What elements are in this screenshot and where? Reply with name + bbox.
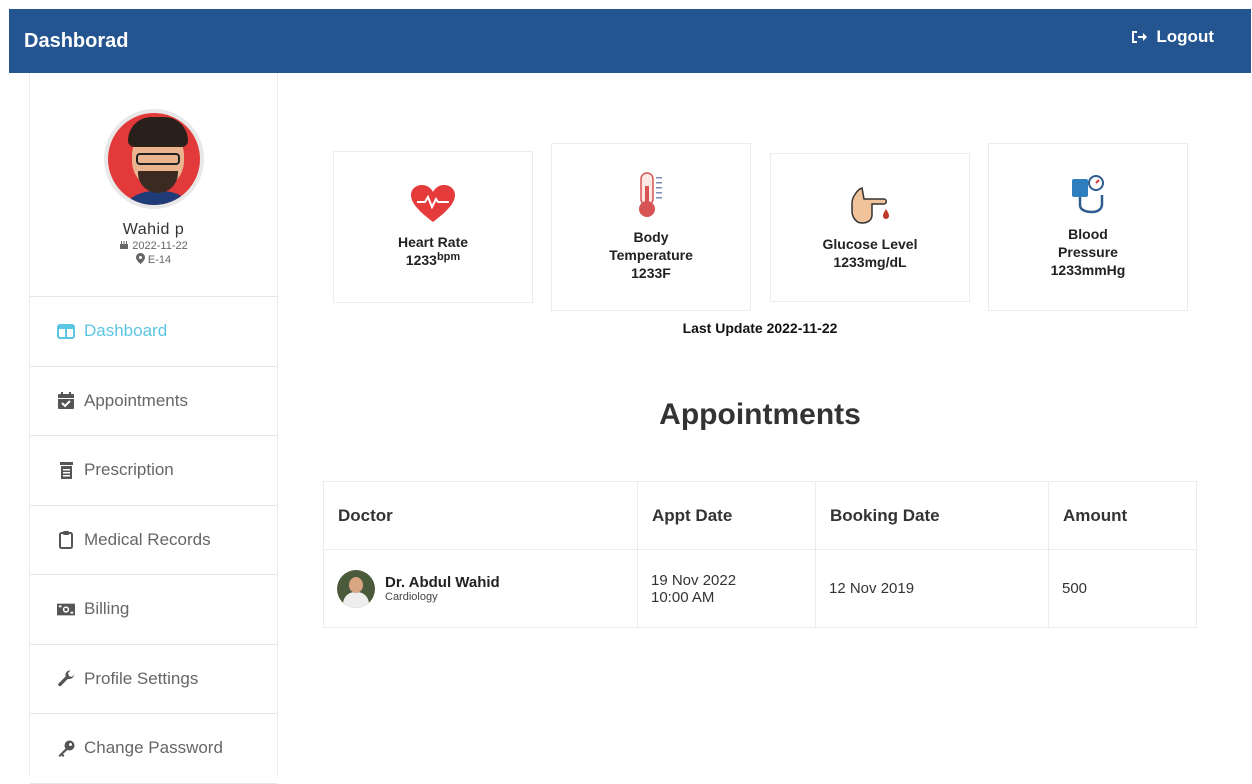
amount-cell: 500 [1048, 549, 1197, 628]
profile-dob: 2022-11-22 [132, 239, 188, 252]
doctor-avatar[interactable] [337, 569, 375, 608]
table-header-row: Doctor Appt Date Booking Date Amount [323, 481, 1197, 550]
column-header-amount: Amount [1048, 481, 1197, 550]
appt-date-cell: 19 Nov 2022 10:00 AM [637, 549, 816, 628]
glucose-level-label: Glucose Level [822, 235, 918, 252]
appt-date: 19 Nov 2022 [651, 571, 737, 589]
glucose-level-value: 1233mg/dL [833, 253, 907, 270]
doctor-cell: Dr. Abdul Wahid Cardiology [323, 549, 638, 628]
body-temperature-value: 1233F [631, 265, 671, 281]
sidebar-item-dashboard[interactable]: Dashboard [30, 297, 277, 367]
body-temperature-label-line2: Temperature [609, 247, 693, 263]
blood-pressure-monitor-icon [1070, 175, 1106, 219]
sidebar-item-label: Billing [84, 599, 130, 619]
sidebar-item-label: Appointments [84, 390, 188, 410]
blood-pressure-card: Blood Pressure 1233mmHg [988, 143, 1188, 311]
booking-date-cell: 12 Nov 2019 [815, 549, 1049, 628]
profile-name: Wahid p [122, 221, 185, 238]
appointments-heading: Appointments [659, 398, 861, 431]
heart-rate-card: Heart Rate 1233bpm [333, 151, 533, 303]
app-title: Dashborad [24, 29, 129, 52]
sidebar-item-prescription[interactable]: Prescription [30, 436, 277, 506]
sidebar-item-label: Prescription [84, 460, 174, 480]
money-bill-icon [57, 600, 75, 618]
glucose-level-card: Glucose Level 1233mg/dL [770, 153, 970, 302]
clipboard-icon [57, 530, 75, 549]
file-prescription-icon [57, 461, 75, 479]
column-header-appt-date: Appt Date [637, 481, 816, 550]
doctor-name-link[interactable]: Dr. Abdul Wahid [385, 574, 500, 591]
body-temperature-label-line1: Body [633, 229, 669, 245]
thermometer-icon [638, 172, 664, 222]
sidebar-item-label: Medical Records [84, 529, 211, 549]
sidebar-item-profile-settings[interactable]: Profile Settings [30, 645, 277, 714]
doctor-specialty: Cardiology [385, 591, 438, 603]
logout-button[interactable]: Logout [1130, 27, 1214, 47]
body-temperature-card: Body Temperature 1233F [551, 143, 751, 311]
sidebar-item-label: Dashboard [84, 321, 168, 341]
sidebar-item-label: Change Password [84, 738, 223, 758]
appt-time: 10:00 AM [651, 588, 715, 606]
profile-card: Wahid p 2022-11-22 E-14 [30, 73, 277, 297]
sidebar-item-billing[interactable]: Billing [30, 575, 277, 645]
blood-pressure-label-line2: Pressure [1058, 244, 1118, 260]
heart-rate-reading: 1233bpm [406, 251, 460, 269]
last-update-text: Last Update 2022-11-22 [682, 320, 838, 336]
sign-out-icon [1130, 28, 1148, 46]
birthday-cake-icon [119, 239, 129, 253]
table-row: Dr. Abdul Wahid Cardiology 19 Nov 2022 1… [323, 549, 1197, 628]
appointments-table: Doctor Appt Date Booking Date Amount Dr.… [323, 481, 1197, 628]
column-header-doctor: Doctor [323, 481, 638, 550]
map-marker-icon [135, 253, 145, 268]
top-navbar: Dashborad Logout [9, 9, 1251, 73]
sidebar-item-appointments[interactable]: Appointments [30, 367, 277, 436]
key-icon [57, 739, 75, 757]
sidebar-item-label: Profile Settings [84, 668, 199, 688]
avatar [103, 109, 204, 209]
column-header-booking-date: Booking Date [815, 481, 1049, 550]
heart-rate-label: Heart Rate [397, 234, 469, 250]
calendar-check-icon [57, 392, 75, 410]
profile-location-row: E-14 [135, 253, 172, 268]
sidebar-item-change-password[interactable]: Change Password [30, 714, 277, 784]
sidebar: Wahid p 2022-11-22 E-14 Dashboard Appoin… [29, 73, 278, 784]
profile-dob-row: 2022-11-22 [119, 239, 188, 253]
blood-pressure-label-line1: Blood [1068, 226, 1108, 242]
sidebar-item-medical-records[interactable]: Medical Records [30, 506, 277, 575]
heart-rate-unit: bpm [436, 251, 461, 263]
columns-icon [57, 322, 75, 340]
glucose-test-icon [848, 185, 892, 229]
blood-pressure-value: 1233mmHg [1050, 262, 1126, 278]
profile-location: E-14 [147, 254, 172, 266]
heart-rate-value: 1233 [405, 252, 437, 268]
heart-rate-icon [411, 185, 455, 227]
wrench-icon [57, 670, 75, 688]
logout-label: Logout [1156, 27, 1214, 46]
